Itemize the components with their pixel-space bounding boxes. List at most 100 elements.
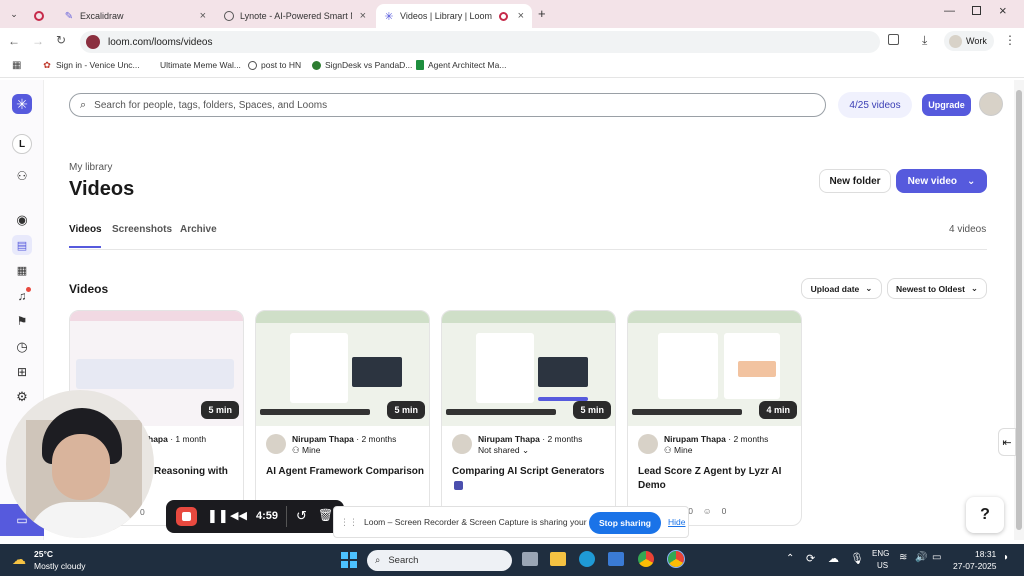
rewind-icon[interactable]: ◀◀ [230, 509, 247, 522]
search-icon: ⌕ [80, 98, 87, 111]
side-panel-toggle[interactable]: ⇤ [998, 428, 1016, 456]
close-icon[interactable]: × [360, 10, 366, 22]
tray-app-icon[interactable]: ⟳ [806, 552, 815, 565]
video-thumbnail[interactable]: 5 min [442, 311, 615, 426]
workspace-avatar[interactable]: L [12, 134, 32, 154]
tab-loom-videos[interactable]: ✳ Videos | Library | Loom × [376, 4, 532, 28]
pause-icon[interactable]: ❚❚ [207, 508, 229, 524]
clock-date[interactable]: 27-07-2025 [953, 561, 996, 571]
share-icon: ⚇ [292, 445, 300, 455]
tab-recording[interactable] [26, 4, 54, 28]
avatar [452, 434, 472, 454]
sort-field-dropdown[interactable]: Upload date ⌄ [801, 278, 882, 299]
notifications-bell-icon[interactable]: ♫ [12, 286, 32, 306]
bookmark-item[interactable]: SignDesk vs PandaD... [312, 60, 412, 70]
profile-button[interactable]: Work [944, 31, 994, 51]
microphone-icon[interactable]: 🎙 [850, 552, 864, 565]
gift-icon[interactable]: ⊞ [12, 362, 32, 382]
bookmark-item[interactable]: Ultimate Meme Wal... [160, 60, 241, 70]
add-member-icon[interactable]: ⚇ [12, 166, 32, 186]
maximize-icon[interactable] [972, 6, 981, 15]
video-card[interactable]: 5 min Nirupam Thapa · 2 months ⚇ Mine AI … [255, 310, 430, 526]
breadcrumb[interactable]: My library [69, 162, 112, 173]
video-card[interactable]: 5 min Nirupam Thapa · 2 months Not shared… [441, 310, 616, 526]
video-title[interactable]: AI Agent Framework Comparison [266, 465, 426, 479]
language-top[interactable]: ENG [872, 549, 889, 558]
reaction-count: 0 [721, 506, 727, 516]
site-info-icon[interactable] [86, 35, 100, 49]
chrome-profile-icon[interactable] [667, 550, 685, 568]
video-title[interactable]: Reasoning with [154, 465, 243, 479]
divider [286, 506, 287, 527]
forward-icon[interactable]: → [32, 34, 44, 48]
close-icon[interactable]: × [518, 10, 524, 22]
download-icon[interactable]: ⤓ [922, 33, 927, 48]
language-bottom[interactable]: US [877, 561, 888, 570]
video-title[interactable]: Comparing AI Script Generators [452, 465, 612, 479]
notification-center-icon[interactable]: ◗ [1003, 552, 1009, 563]
windows-start-icon[interactable] [341, 552, 357, 568]
webcam-bubble[interactable] [6, 390, 154, 538]
loom-logo-icon[interactable]: ✳ [12, 94, 32, 114]
minimize-icon[interactable]: — [944, 5, 955, 17]
menu-kebab-icon[interactable]: ⋮ [1004, 33, 1016, 47]
task-view-icon[interactable] [522, 552, 538, 566]
battery-icon[interactable]: ▭ [932, 552, 941, 563]
upgrade-button[interactable]: Upgrade [922, 94, 971, 116]
weather-cloud-icon[interactable]: ☁ [12, 551, 26, 568]
stop-sharing-button[interactable]: Stop sharing [589, 512, 661, 534]
window-close-icon[interactable]: × [999, 3, 1007, 18]
edge-icon[interactable] [579, 551, 595, 567]
history-clock-icon[interactable]: ◷ [12, 337, 32, 357]
trash-icon[interactable]: 🗑 [318, 508, 333, 522]
video-quota-badge[interactable]: 4/25 videos [838, 92, 912, 118]
bookmark-item[interactable]: post to HN [248, 60, 301, 70]
new-tab-icon[interactable]: + [538, 6, 546, 21]
volume-icon[interactable]: 🔊 [915, 552, 927, 563]
apps-grid-icon[interactable]: ▦ [12, 60, 21, 71]
bookmark-icon[interactable]: ⚑ [12, 311, 32, 331]
page-scrollbar[interactable] [1014, 80, 1024, 540]
bookmark-item[interactable]: Agent Architect Ma... [416, 60, 506, 70]
video-card[interactable]: 4 min Nirupam Thapa · 2 months ⚇ Mine Lea… [627, 310, 802, 526]
wifi-icon[interactable]: ≋ [899, 552, 907, 563]
show-hidden-icons[interactable]: ⌃ [786, 553, 794, 564]
user-avatar[interactable] [979, 92, 1003, 116]
store-icon[interactable] [608, 552, 624, 566]
reload-icon[interactable]: ↻ [56, 33, 66, 47]
back-icon[interactable]: ← [8, 34, 20, 48]
profile-icon[interactable]: ◉ [12, 210, 32, 230]
tab-excalidraw[interactable]: ✎ Excalidraw × [56, 4, 214, 28]
restart-icon[interactable]: ↺ [296, 508, 307, 524]
tab-archive[interactable]: Archive [180, 224, 217, 235]
tab-screenshots[interactable]: Screenshots [112, 224, 172, 235]
stop-recording-button[interactable] [176, 507, 197, 526]
drag-handle-icon[interactable]: ⋮⋮ [340, 517, 358, 528]
settings-gear-icon[interactable]: ⚙ [12, 387, 32, 407]
chrome-icon[interactable] [638, 551, 654, 567]
taskbar-search[interactable]: ⌕ Search [367, 550, 512, 571]
sharing-status[interactable]: Not shared [478, 445, 520, 455]
help-button[interactable]: ? [966, 497, 1004, 533]
search-input[interactable]: ⌕ Search for people, tags, folders, Spac… [69, 93, 826, 117]
address-bar[interactable]: loom.com/looms/videos [80, 31, 880, 53]
sort-order-dropdown[interactable]: Newest to Oldest ⌄ [887, 278, 987, 299]
video-thumbnail[interactable]: 4 min [628, 311, 801, 426]
new-video-button[interactable]: New video ⌄ [896, 169, 987, 193]
scrollbar-thumb[interactable] [1016, 90, 1022, 530]
file-explorer-icon[interactable] [550, 552, 566, 566]
onedrive-icon[interactable]: ☁ [828, 552, 839, 565]
video-thumbnail[interactable]: 5 min [256, 311, 429, 426]
new-folder-button[interactable]: New folder [819, 169, 891, 193]
library-icon[interactable]: ▤ [12, 235, 32, 255]
tab-search-chevron-icon[interactable]: ⌄ [8, 8, 20, 20]
tab-videos[interactable]: Videos [69, 224, 102, 235]
video-title[interactable]: Lead Score Z Agent by Lyzr AI Demo [638, 465, 798, 493]
tab-lynote[interactable]: Lynote - AI-Powered Smart Not × [216, 4, 374, 28]
bookmark-item[interactable]: ✿ Sign in - Venice Unc... [42, 60, 139, 71]
extensions-icon[interactable] [888, 34, 899, 45]
close-icon[interactable]: × [200, 10, 206, 22]
hide-link[interactable]: Hide [668, 517, 685, 527]
calendar-icon[interactable]: ▦ [12, 260, 32, 280]
clock-time[interactable]: 18:31 [975, 549, 996, 559]
